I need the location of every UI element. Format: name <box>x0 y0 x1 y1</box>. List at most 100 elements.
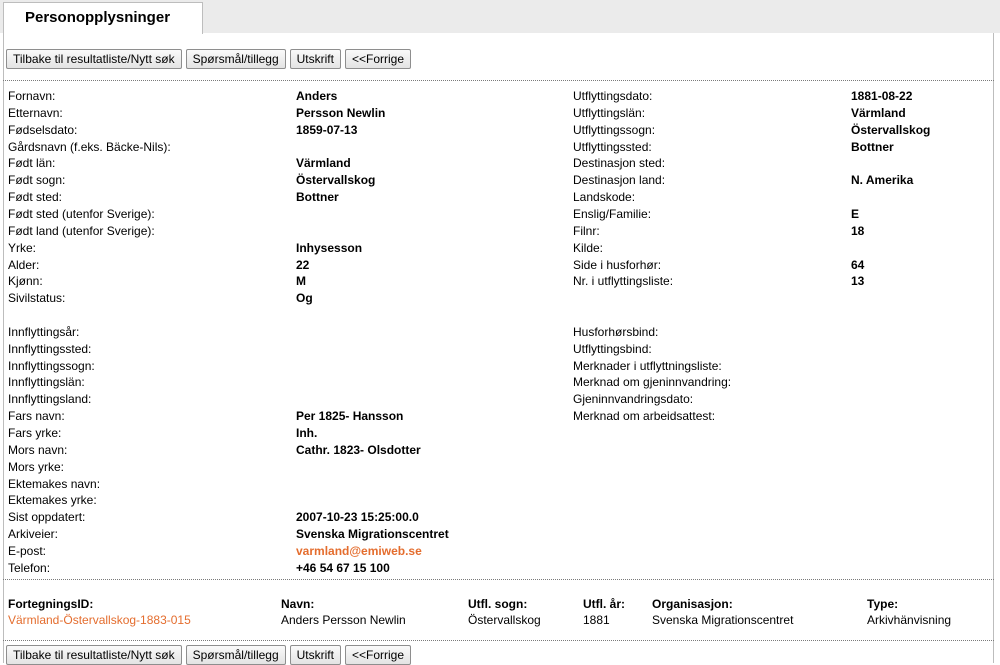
divider <box>3 579 994 580</box>
field-label: Telefon: <box>8 561 51 575</box>
field-label: Destinasjon sted: <box>573 156 666 170</box>
field-label: Etternavn: <box>8 106 63 120</box>
field-label: Filnr: <box>573 224 600 238</box>
field-label: Enslig/Familie: <box>573 207 652 221</box>
field-value: 1881-08-22 <box>851 89 913 103</box>
field-value: 18 <box>851 224 865 238</box>
footer-type: Arkivhänvisning <box>867 613 952 627</box>
field-label: Yrke: <box>8 241 37 255</box>
field-label: Fornavn: <box>8 89 56 103</box>
field-label: Født län: <box>8 156 56 170</box>
field-label: Innflyttingsår: <box>8 325 80 339</box>
footer-header-org: Organisasjon: <box>652 597 733 611</box>
back-to-results-button[interactable]: Tilbake til resultatliste/Nytt søk <box>6 645 182 665</box>
field-label: Født sted (utenfor Sverige): <box>8 207 155 221</box>
field-value: Cathr. 1823- Olsdotter <box>296 443 421 457</box>
question-button[interactable]: Spørsmål/tillegg <box>185 645 286 665</box>
field-label: Utflyttingssogn: <box>573 123 656 137</box>
field-value: Östervallskog <box>296 173 376 187</box>
field-value: Inh. <box>296 426 318 440</box>
field-label: Kilde: <box>573 241 604 255</box>
footer-name: Anders Persson Newlin <box>281 613 406 627</box>
field-label: Arkiveier: <box>8 527 59 541</box>
footer-header-type: Type: <box>867 597 899 611</box>
field-value: Svenska Migrationscentret <box>296 527 449 541</box>
field-label: Mors navn: <box>8 443 68 457</box>
button-row-top: Tilbake til resultatliste/Nytt søk Spørs… <box>6 49 412 69</box>
field-label: Merknad om gjeninnvandring: <box>573 375 732 389</box>
field-label: Ektemakes navn: <box>8 477 101 491</box>
record-id-link[interactable]: Värmland-Östervallskog-1883-015 <box>8 613 191 627</box>
field-label: Sivilstatus: <box>8 291 66 305</box>
question-button[interactable]: Spørsmål/tillegg <box>185 49 286 69</box>
field-value: Anders <box>296 89 338 103</box>
field-label: Side i husforhør: <box>573 258 662 272</box>
field-label: Innflyttingssted: <box>8 342 92 356</box>
footer-header-parish: Utfl. sogn: <box>468 597 528 611</box>
field-label: Utflyttingsdato: <box>573 89 653 103</box>
field-label: Født land (utenfor Sverige): <box>8 224 155 238</box>
field-label: Fødselsdato: <box>8 123 78 137</box>
field-label: Ektemakes yrke: <box>8 493 97 507</box>
field-label: Fars navn: <box>8 409 65 423</box>
previous-button[interactable]: <<Forrige <box>344 49 412 69</box>
field-label: Merknad om arbeidsattest: <box>573 409 716 423</box>
field-value: 2007-10-23 15:25:00.0 <box>296 510 419 524</box>
field-value: Persson Newlin <box>296 106 386 120</box>
field-label: Merknader i utflyttningsliste: <box>573 359 722 373</box>
field-label: Gårdsnavn (f.eks. Bäcke-Nils): <box>8 140 171 154</box>
content-panel <box>3 33 994 663</box>
field-label: Husforhørsbind: <box>573 325 659 339</box>
footer-header-year: Utfl. år: <box>583 597 625 611</box>
field-label: Mors yrke: <box>8 460 65 474</box>
field-value: 64 <box>851 258 865 272</box>
field-value: Bottner <box>296 190 339 204</box>
field-label: Landskode: <box>573 190 636 204</box>
field-label: Nr. i utflyttingsliste: <box>573 274 674 288</box>
field-value: 22 <box>296 258 310 272</box>
field-value: +46 54 67 15 100 <box>296 561 390 575</box>
field-value: M <box>296 274 306 288</box>
print-button[interactable]: Utskrift <box>289 645 341 665</box>
footer-header-name: Navn: <box>281 597 315 611</box>
field-value: E <box>851 207 860 221</box>
tab-personopplysninger[interactable]: Personopplysninger <box>3 2 203 34</box>
field-label: Kjønn: <box>8 274 43 288</box>
field-value: Per 1825- Hansson <box>296 409 404 423</box>
footer-organisation: Svenska Migrationscentret <box>652 613 794 627</box>
previous-button[interactable]: <<Forrige <box>344 645 412 665</box>
field-label: Utflyttingssted: <box>573 140 652 154</box>
footer-header-id: FortegningsID: <box>8 597 94 611</box>
field-value: 13 <box>851 274 865 288</box>
field-value: Og <box>296 291 313 305</box>
field-label: Fars yrke: <box>8 426 62 440</box>
field-label: Innflyttingssogn: <box>8 359 95 373</box>
footer-year: 1881 <box>583 613 610 627</box>
field-label: Innflyttingslän: <box>8 375 85 389</box>
footer-parish: Östervallskog <box>468 613 541 627</box>
divider <box>3 640 994 641</box>
field-value: 1859-07-13 <box>296 123 358 137</box>
button-row-bottom: Tilbake til resultatliste/Nytt søk Spørs… <box>6 645 412 665</box>
field-value: Värmland <box>296 156 351 170</box>
field-label: Gjeninnvandringsdato: <box>573 392 694 406</box>
field-label: Utflyttingslän: <box>573 106 646 120</box>
field-label: Innflyttingsland: <box>8 392 92 406</box>
field-value: Värmland <box>851 106 906 120</box>
field-label: E-post: <box>8 544 47 558</box>
tab-bar: Personopplysninger <box>0 0 1000 34</box>
field-label: Alder: <box>8 258 40 272</box>
field-value: N. Amerika <box>851 173 914 187</box>
field-value: Bottner <box>851 140 894 154</box>
back-to-results-button[interactable]: Tilbake til resultatliste/Nytt søk <box>6 49 182 69</box>
field-label: Destinasjon land: <box>573 173 666 187</box>
field-label: Født sogn: <box>8 173 66 187</box>
field-value: Östervallskog <box>851 123 931 137</box>
field-label: Utflyttingsbind: <box>573 342 652 356</box>
field-label: Sist oppdatert: <box>8 510 86 524</box>
email-link[interactable]: varmland@emiweb.se <box>296 543 422 559</box>
field-label: Født sted: <box>8 190 63 204</box>
field-value: Inhysesson <box>296 241 363 255</box>
print-button[interactable]: Utskrift <box>289 49 341 69</box>
divider <box>3 80 994 81</box>
